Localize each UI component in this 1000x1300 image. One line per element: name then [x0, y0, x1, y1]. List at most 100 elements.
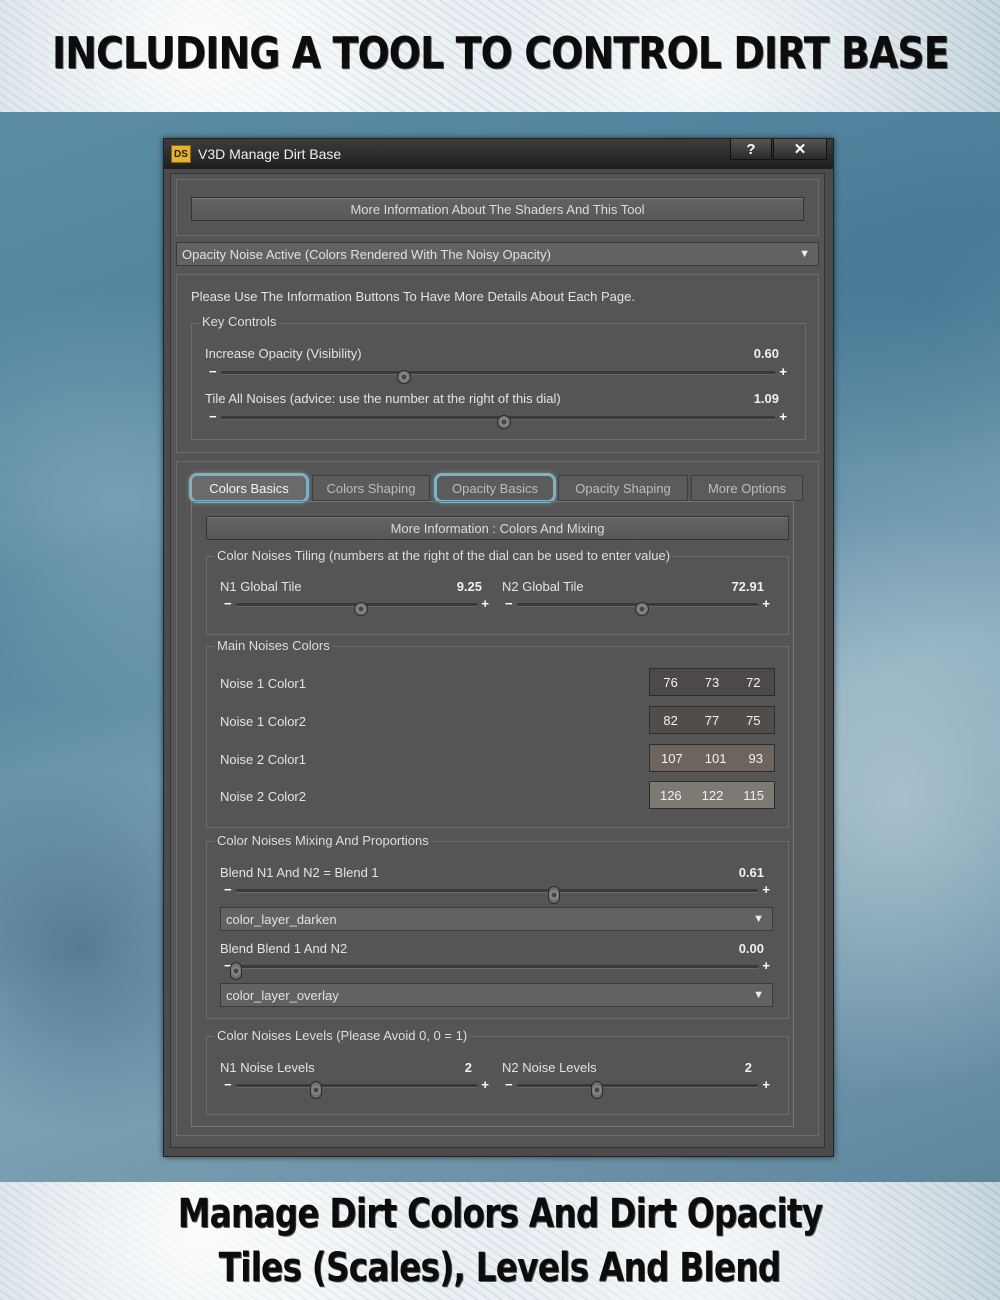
blend1-value[interactable]: 0.61: [702, 865, 764, 880]
slider-plus-icon[interactable]: +: [762, 958, 770, 973]
slider-plus-icon[interactable]: +: [762, 1077, 770, 1092]
n2-levels-value[interactable]: 2: [712, 1060, 752, 1075]
slider-minus-icon[interactable]: −: [224, 1077, 232, 1092]
blend2-mode-dropdown[interactable]: color_layer_overlay ▼: [220, 983, 773, 1007]
color-r: 82: [663, 712, 678, 728]
close-button[interactable]: ✕: [773, 139, 827, 160]
slider-plus-icon[interactable]: +: [779, 409, 787, 424]
top-banner: INCLUDING A TOOL TO CONTROL DIRT BASE: [0, 0, 1000, 112]
slider-plus-icon[interactable]: +: [481, 596, 489, 611]
key-controls-title: Key Controls: [199, 314, 280, 329]
n2-tile-label: N2 Global Tile: [502, 579, 584, 594]
slider-minus-icon[interactable]: −: [209, 364, 217, 379]
tab-opacity-shaping[interactable]: Opacity Shaping: [558, 475, 688, 501]
tab-colors-shaping[interactable]: Colors Shaping: [312, 475, 430, 501]
colors-title: Main Noises Colors: [214, 638, 333, 653]
noise2-color1-swatch[interactable]: 107 101 93: [649, 744, 775, 772]
noise1-color1-swatch[interactable]: 76 73 72: [649, 668, 775, 696]
bottom-banner-line2: Tiles (Scales), Levels And Blend: [219, 1245, 782, 1291]
noise1-color2-swatch[interactable]: 82 77 75: [649, 706, 775, 734]
slider-minus-icon[interactable]: −: [209, 409, 217, 424]
instruction-text: Please Use The Information Buttons To Ha…: [191, 289, 635, 304]
slider-knob[interactable]: [548, 886, 561, 904]
blend1-mode-value: color_layer_darken: [226, 911, 337, 927]
n1-levels-label: N1 Noise Levels: [220, 1060, 315, 1075]
chevron-down-icon: ▼: [753, 989, 764, 1001]
mode-dropdown[interactable]: Opacity Noise Active (Colors Rendered Wi…: [176, 242, 819, 266]
tiling-title: Color Noises Tiling (numbers at the righ…: [214, 548, 674, 563]
slider-knob[interactable]: [230, 962, 242, 980]
tab-label: Colors Shaping: [326, 480, 416, 496]
more-info-button[interactable]: More Information About The Shaders And T…: [191, 197, 804, 221]
top-banner-text: INCLUDING A TOOL TO CONTROL DIRT BASE: [51, 27, 950, 79]
blend1-slider[interactable]: − +: [224, 882, 770, 904]
blend2-value[interactable]: 0.00: [702, 941, 764, 956]
opacity-value[interactable]: 0.60: [717, 346, 779, 361]
tile-value[interactable]: 1.09: [717, 391, 779, 406]
slider-knob[interactable]: [496, 415, 511, 429]
slider-minus-icon[interactable]: −: [224, 596, 232, 611]
blend1-label: Blend N1 And N2 = Blend 1: [220, 865, 379, 880]
slider-track[interactable]: [236, 886, 758, 904]
slider-plus-icon[interactable]: +: [762, 882, 770, 897]
color-r: 76: [663, 674, 678, 690]
slider-knob[interactable]: [396, 370, 411, 384]
n2-tile-value[interactable]: 72.91: [692, 579, 764, 594]
n2-levels-slider[interactable]: − +: [505, 1077, 770, 1099]
n2-levels-label: N2 Noise Levels: [502, 1060, 597, 1075]
n2-tile-slider[interactable]: − +: [505, 596, 770, 616]
levels-group: [206, 1036, 789, 1115]
tab-label: Colors Basics: [209, 480, 289, 496]
tab-opacity-basics[interactable]: Opacity Basics: [434, 473, 556, 503]
ds-logo-icon: DS: [171, 145, 191, 163]
color-g: 73: [704, 674, 720, 690]
tiling-group: [206, 556, 789, 635]
tile-slider[interactable]: − +: [209, 409, 787, 429]
help-button[interactable]: ?: [730, 139, 772, 160]
noise2-color1-label: Noise 2 Color1: [220, 752, 306, 767]
n1-tile-slider[interactable]: − +: [224, 596, 489, 616]
noise2-color2-label: Noise 2 Color2: [220, 789, 306, 804]
slider-track[interactable]: [230, 962, 758, 980]
color-b: 75: [746, 712, 761, 728]
color-b: 115: [743, 787, 765, 803]
noise2-color2-swatch[interactable]: 126 122 115: [649, 781, 775, 809]
color-g: 101: [704, 750, 727, 766]
slider-track[interactable]: [221, 415, 775, 429]
tabs-panel: Colors Basics Colors Shaping Opacity Bas…: [176, 461, 819, 1136]
slider-track[interactable]: [221, 370, 775, 384]
n1-levels-value[interactable]: 2: [432, 1060, 472, 1075]
opacity-slider[interactable]: − +: [209, 364, 787, 384]
colors-info-button[interactable]: More Information : Colors And Mixing: [206, 516, 789, 540]
blend2-slider[interactable]: − +: [224, 958, 770, 980]
dialog-body: More Information About The Shaders And T…: [170, 173, 825, 1148]
n1-tile-label: N1 Global Tile: [220, 579, 302, 594]
tab-content: More Information : Colors And Mixing Col…: [191, 501, 794, 1127]
title-bar[interactable]: DS V3D Manage Dirt Base ? ✕: [164, 139, 833, 169]
slider-plus-icon[interactable]: +: [762, 596, 770, 611]
slider-minus-icon[interactable]: −: [505, 1077, 513, 1092]
slider-plus-icon[interactable]: +: [481, 1077, 489, 1092]
slider-plus-icon[interactable]: +: [779, 364, 787, 379]
n1-tile-value[interactable]: 9.25: [422, 579, 482, 594]
slider-knob[interactable]: [309, 1081, 322, 1099]
color-g: 122: [701, 787, 724, 803]
slider-track[interactable]: [517, 1081, 758, 1099]
tile-label: Tile All Noises (advice: use the number …: [205, 391, 561, 406]
tab-label: Opacity Shaping: [575, 480, 671, 496]
slider-minus-icon[interactable]: −: [505, 596, 513, 611]
slider-minus-icon[interactable]: −: [224, 882, 232, 897]
tab-more-options[interactable]: More Options: [691, 475, 803, 501]
tab-bar: Colors Basics Colors Shaping Opacity Bas…: [189, 473, 806, 503]
slider-track[interactable]: [517, 602, 758, 616]
color-r: 107: [661, 750, 683, 766]
slider-track[interactable]: [236, 1081, 477, 1099]
color-g: 77: [704, 712, 720, 728]
chevron-down-icon: ▼: [799, 248, 810, 260]
n1-levels-slider[interactable]: − +: [224, 1077, 489, 1099]
tab-colors-basics[interactable]: Colors Basics: [189, 473, 309, 503]
bottom-banner-line1: Manage Dirt Colors And Dirt Opacity: [177, 1191, 823, 1237]
slider-track[interactable]: [236, 602, 477, 616]
blend1-mode-dropdown[interactable]: color_layer_darken ▼: [220, 907, 773, 931]
slider-knob[interactable]: [590, 1081, 603, 1099]
